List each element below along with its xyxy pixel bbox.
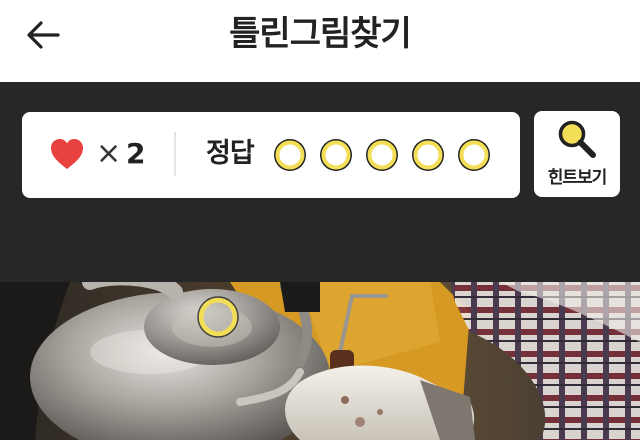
answer-slot xyxy=(458,139,490,171)
answer-slot xyxy=(274,139,306,171)
answer-slot xyxy=(412,139,444,171)
times-symbol: × xyxy=(96,136,122,171)
answer-slot xyxy=(366,139,398,171)
status-card: × 2 정답 xyxy=(22,112,520,198)
hint-button[interactable]: 힌트보기 xyxy=(534,111,620,197)
puzzle-photo xyxy=(0,282,640,440)
answer-slots xyxy=(272,137,492,173)
heart-icon xyxy=(51,139,83,169)
divider xyxy=(174,132,176,176)
answer-slot xyxy=(320,139,352,171)
lives-count: 2 xyxy=(126,137,146,170)
magnifier-icon xyxy=(558,120,596,158)
hint-label: 힌트보기 xyxy=(547,168,608,188)
page-title: 틀린그림찾기 xyxy=(229,14,412,54)
answer-label: 정답 xyxy=(206,138,255,169)
app-header: 틀린그림찾기 xyxy=(0,0,640,82)
puzzle-image[interactable] xyxy=(0,282,640,440)
